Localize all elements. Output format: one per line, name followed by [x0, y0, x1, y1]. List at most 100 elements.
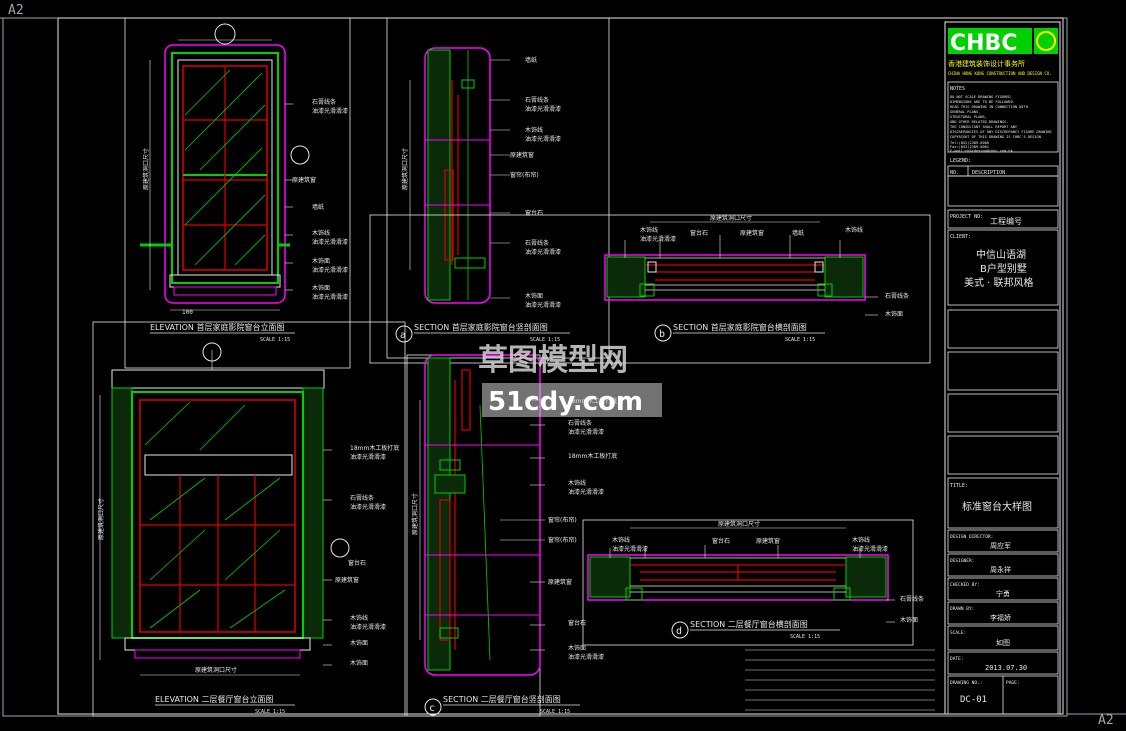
view-scale-1: SCALE 1:15	[260, 337, 290, 343]
note-1h: 油漆光滑滑漆	[312, 266, 348, 274]
note-2a: 墙纸	[525, 56, 537, 64]
scale-label: SCALE:	[950, 630, 966, 636]
note-3f: 木饰线	[845, 226, 863, 234]
note-1j: 油漆光滑滑漆	[312, 293, 348, 301]
drawn: 李福娇	[990, 613, 1011, 622]
note-2l: 油漆光滑滑漆	[525, 301, 561, 309]
note-3b: 油漆光滑滑漆	[640, 235, 676, 243]
note-3e: 墙纸	[792, 229, 804, 237]
blank-notes-lines	[745, 649, 935, 711]
dim-height-5: 原建筑洞口尺寸	[411, 493, 419, 535]
drawn-label: DRAWN BY:	[950, 606, 974, 612]
drawing-no: DC-01	[960, 695, 987, 705]
title-label: TITLE:	[950, 483, 968, 489]
note-5d: 18mm木工板打底	[568, 452, 617, 460]
dim-100-1: 100	[182, 309, 193, 316]
company-logo: CHBC	[950, 31, 1017, 56]
view-section-b[interactable]: 原建筑洞口尺寸 木饰线 油漆光滑滑漆 窗台石 原建筑窗 墙纸 木饰线 石膏线条 …	[369, 214, 931, 364]
notes-line-3: GENERAL PLANS,	[950, 110, 980, 114]
checked: 宁勇	[996, 589, 1010, 598]
note-5h: 窗帘(布帘)	[548, 536, 577, 544]
note-5c: 油漆光滑滑漆	[568, 428, 604, 436]
note-2b: 石膏线条	[525, 96, 549, 104]
note-3g: 石膏线条	[885, 292, 909, 300]
dim-width-4: 原建筑洞口尺寸	[195, 666, 237, 674]
note-6h: 木饰面	[900, 616, 918, 624]
project-no-value: 工程编号	[990, 216, 1022, 226]
email: E-mail:chbcdesign@chbc.com.hk	[950, 149, 1014, 153]
date-label: DATE:	[950, 656, 964, 662]
sheet-size-tl: A2	[8, 3, 24, 18]
note-4g: 木饰线	[350, 614, 368, 622]
note-6b: 油漆光滑滑漆	[612, 545, 648, 553]
view-bubble-b: b	[659, 329, 665, 340]
company-en: CHINA HONG KONG CONSTRUCTION AND DESIGN …	[948, 71, 1052, 76]
cad-drawing-canvas[interactable]: A2 A2 原建筑洞口尺寸 100 石膏线条 油漆光滑滑漆 原建筑窗 墙纸 木饰…	[0, 0, 1126, 731]
note-4j: 木饰面	[350, 659, 368, 667]
dim-height-4: 原建筑洞口尺寸	[97, 498, 105, 540]
sheet-size-br: A2	[1098, 713, 1114, 728]
watermark-line2: 51cdy.com	[488, 387, 643, 417]
view-bubble-c: c	[429, 703, 435, 714]
view-label-1: ELEVATION 首层家庭影院窗台立面图	[150, 322, 284, 332]
notes-line-4: STRUCTURAL PLANS,	[950, 115, 987, 119]
note-6f: 油漆光滑滑漆	[852, 545, 888, 553]
dim-height-2: 原建筑洞口尺寸	[401, 148, 409, 190]
view-section-d[interactable]: 原建筑洞口尺寸 木饰线 油漆光滑滑漆 窗台石 原建筑窗 木饰线 油漆光滑滑漆 石…	[582, 519, 924, 646]
view-label-a: SECTION 首层家庭影院窗台竖剖面图	[414, 322, 548, 332]
note-5e: 木饰线	[568, 479, 586, 487]
note-1f: 油漆光滑滑漆	[312, 238, 348, 246]
title-value: 标准窗台大样图	[962, 500, 1032, 513]
view-scale-b: SCALE 1:15	[785, 337, 815, 343]
note-5b: 石膏线条	[568, 419, 592, 427]
note-1d: 墙纸	[312, 203, 324, 211]
title-block: CHBC 香港建筑装饰设计事务所 CHINA HONG KONG CONSTRU…	[944, 21, 1061, 715]
design-director-label: DESIGN DIRECTOR:	[950, 534, 993, 540]
note-2f: 原建筑窗	[510, 151, 534, 159]
note-4c: 石膏线条	[350, 494, 374, 502]
date: 2013.07.30	[985, 664, 1027, 672]
no-label: NO.	[950, 170, 959, 176]
note-3d: 原建筑窗	[740, 229, 764, 237]
notes-line-1: DIMENSIONS ARE TO BE FOLLOWED.	[950, 100, 1015, 104]
note-2e: 油漆光滑滑漆	[525, 135, 561, 143]
note-4a: 18mm木工板打底	[350, 444, 399, 452]
client-line-2: 美式 · 联邦风格	[964, 276, 1034, 289]
note-2k: 木饰面	[525, 292, 543, 300]
notes-line-0: DO NOT SCALE DRAWING FIGURED	[950, 95, 1011, 99]
note-2c: 油漆光滑滑漆	[525, 105, 561, 113]
desc-label: DESCRIPTION	[972, 170, 1005, 176]
legend-label: LEGEND:	[950, 158, 971, 164]
view-label-c: SECTION 二层餐厅窗台竖剖面图	[443, 694, 561, 704]
note-2d: 木饰线	[525, 126, 543, 134]
view-elevation-2[interactable]: 原建筑洞口尺寸 原建筑洞口尺寸 18mm木工板打底 油漆光滑滑漆 石膏线条 油漆…	[92, 321, 406, 717]
notes-line-7: DISCREPANCIES OF ANY DISCREPANCY FIGURE …	[950, 130, 1052, 134]
note-1e: 木饰线	[312, 229, 330, 237]
note-1i: 木饰面	[312, 284, 330, 292]
notes-head: NOTES	[950, 86, 965, 92]
checked-label: CHECKED BY:	[950, 582, 980, 588]
view-bubble-d: d	[676, 626, 682, 637]
watermark: 草图模型网 51cdy.com	[478, 343, 662, 417]
dim-height-1: 原建筑洞口尺寸	[142, 148, 150, 190]
scale-value: 如图	[996, 638, 1010, 647]
view-label-4: ELEVATION 二层餐厅窗台立面图	[155, 694, 273, 704]
note-5l: 油漆光滑滑漆	[568, 653, 604, 661]
note-2g: 窗帘(布帘)	[510, 171, 539, 179]
note-6a: 木饰线	[612, 536, 630, 544]
note-1a: 石膏线条	[312, 98, 336, 106]
note-5i: 原建筑窗	[548, 578, 572, 586]
dim-width-3: 原建筑洞口尺寸	[710, 214, 752, 222]
notes-line-5: AND OTHER RELATED DRAWINGS.	[950, 120, 1008, 124]
leaders-1	[285, 103, 293, 291]
note-6g: 石膏线条	[900, 595, 924, 603]
view-scale-4: SCALE 1:15	[255, 709, 285, 715]
note-1c: 原建筑窗	[292, 176, 316, 184]
designer: 周永祥	[990, 565, 1011, 574]
notes-line-2: READ THIS DRAWING IN CONNECTION WITH	[950, 105, 1028, 109]
note-4h: 油漆光滑滑漆	[350, 623, 386, 631]
note-2j: 油漆光滑滑漆	[525, 248, 561, 256]
watermark-line1: 草图模型网	[478, 343, 628, 378]
view-section-a[interactable]: 原建筑洞口尺寸 墙纸 石膏线条 油漆光滑滑漆 木饰线 油漆光滑滑漆 原建筑窗 窗…	[386, 17, 610, 359]
view-elevation-1[interactable]: 原建筑洞口尺寸 100 石膏线条 油漆光滑滑漆 原建筑窗 墙纸 木饰线 油漆光滑…	[124, 17, 351, 369]
